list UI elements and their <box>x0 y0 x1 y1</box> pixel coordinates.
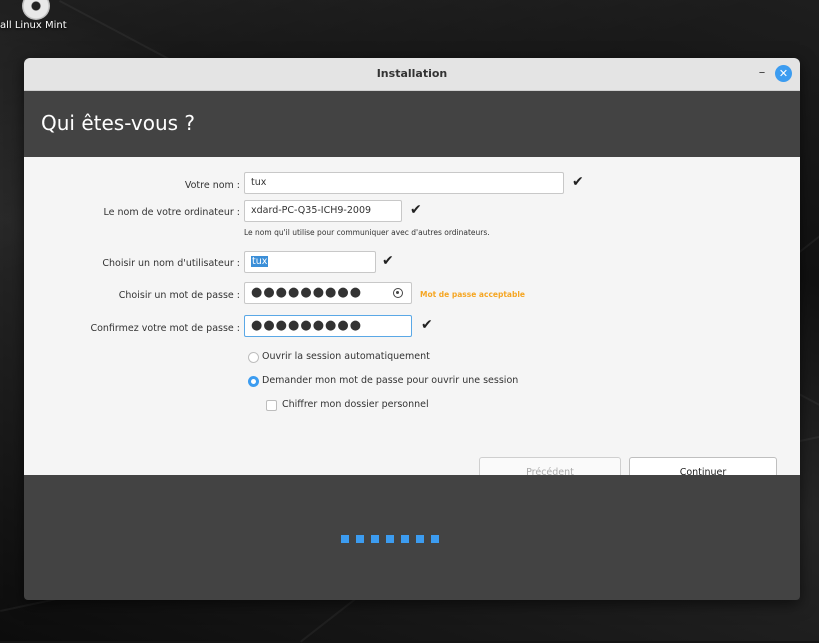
close-icon: ✕ <box>778 67 789 80</box>
close-button[interactable]: ✕ <box>775 65 792 82</box>
username-label: Choisir un nom d'utilisateur : <box>102 258 240 269</box>
auto-login-radio[interactable] <box>248 352 259 363</box>
disc-icon <box>22 0 50 20</box>
require-password-radio[interactable] <box>248 376 259 387</box>
name-label: Votre nom : <box>184 180 240 191</box>
desktop-icon-label: all Linux Mint <box>0 20 67 31</box>
show-password-eye-icon[interactable] <box>393 288 403 298</box>
encrypt-home-checkbox[interactable] <box>266 400 277 411</box>
progress-step <box>356 535 364 543</box>
encrypt-home-label[interactable]: Chiffrer mon dossier personnel <box>282 399 429 410</box>
username-selected-text: tux <box>251 256 269 267</box>
password-strength-text: Mot de passe acceptable <box>420 290 526 299</box>
progress-step <box>371 535 379 543</box>
progress-step <box>416 535 424 543</box>
confirm-password-valid-check-icon: ✔ <box>421 317 433 333</box>
username-input[interactable]: tux <box>244 251 376 273</box>
page-header: Qui êtes-vous ? <box>24 91 800 157</box>
progress-step <box>386 535 394 543</box>
page-title: Qui êtes-vous ? <box>41 111 196 135</box>
computer-name-hint: Le nom qu'il utilise pour communiquer av… <box>244 228 490 237</box>
title-bar[interactable]: Installation – ✕ <box>24 58 800 91</box>
confirm-password-dots: ●●●●●●●●● <box>251 318 363 333</box>
name-input[interactable]: tux <box>244 172 564 194</box>
progress-indicator <box>341 535 439 543</box>
progress-step <box>401 535 409 543</box>
username-valid-check-icon: ✔ <box>382 253 394 269</box>
window-title: Installation <box>376 67 448 80</box>
progress-step <box>341 535 349 543</box>
name-valid-check-icon: ✔ <box>572 174 584 190</box>
computer-name-input[interactable]: xdard-PC-Q35-ICH9-2009 <box>244 200 402 222</box>
require-password-label[interactable]: Demander mon mot de passe pour ouvrir un… <box>262 375 518 386</box>
slideshow-footer <box>24 475 800 600</box>
auto-login-label[interactable]: Ouvrir la session automatiquement <box>262 351 430 362</box>
confirm-password-input[interactable]: ●●●●●●●●● <box>244 315 412 337</box>
computer-name-valid-check-icon: ✔ <box>410 202 422 218</box>
minimize-button[interactable]: – <box>754 64 770 82</box>
password-dots: ●●●●●●●●● <box>251 285 363 300</box>
password-input[interactable]: ●●●●●●●●● <box>244 282 412 304</box>
password-label: Choisir un mot de passe : <box>118 290 240 301</box>
confirm-password-label: Confirmez votre mot de passe : <box>90 323 240 334</box>
progress-step <box>431 535 439 543</box>
computer-name-label: Le nom de votre ordinateur : <box>103 207 241 218</box>
installer-window: Installation – ✕ Qui êtes-vous ? Votre n… <box>24 58 800 600</box>
user-form: Votre nom : tux ✔ Le nom de votre ordina… <box>24 157 800 488</box>
